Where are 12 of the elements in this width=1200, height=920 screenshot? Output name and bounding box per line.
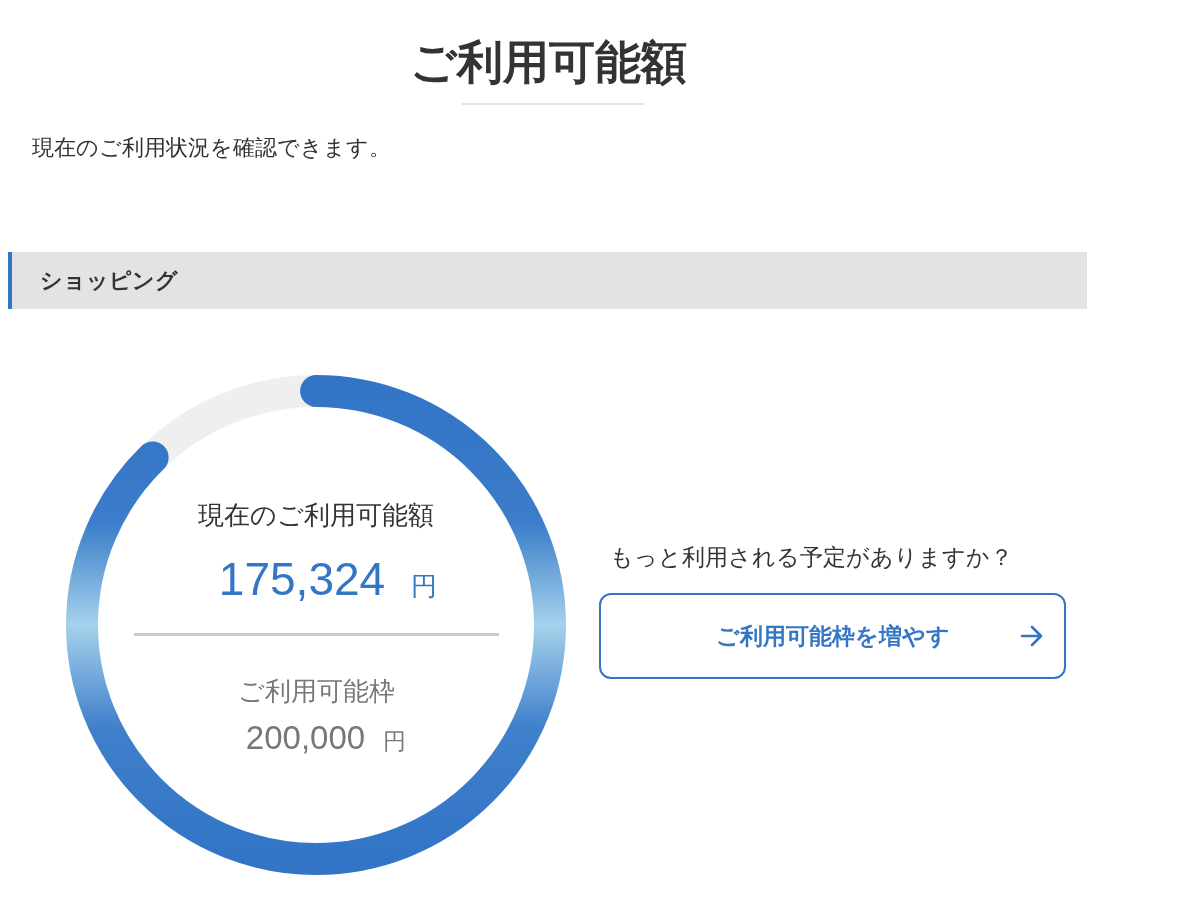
increase-limit-button[interactable]: ご利用可能枠を増やす (599, 593, 1066, 679)
increase-prompt: もっと利用される予定がありますか？ (610, 544, 1013, 572)
arrow-right-icon (1020, 625, 1044, 647)
available-amount-label: 現在のご利用可能額 (198, 499, 434, 532)
credit-limit-amount: 200,000 (245, 718, 366, 758)
page-description: 現在のご利用状況を確認できます。 (32, 134, 391, 162)
section-title: ショッピング (40, 266, 178, 295)
page-title: ご利用可能額 (409, 35, 687, 90)
currency-unit: 円 (383, 727, 407, 755)
credit-limit-label: ご利用可能枠 (237, 675, 395, 708)
currency-unit: 円 (411, 571, 438, 601)
available-amount: 175,324 (218, 552, 386, 606)
